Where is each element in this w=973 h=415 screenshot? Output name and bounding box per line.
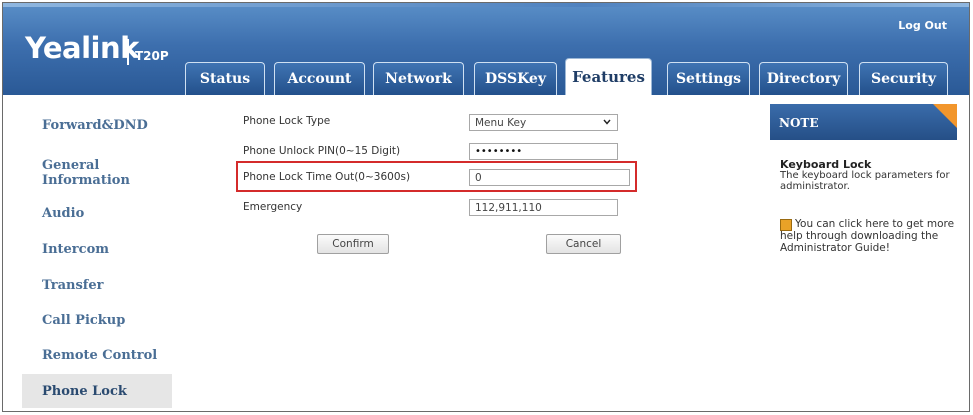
sidebar-item-transfer[interactable]: Transfer bbox=[22, 278, 172, 293]
sidebar-item-remote-control[interactable]: Remote Control bbox=[22, 348, 172, 363]
confirm-button[interactable]: Confirm bbox=[317, 234, 389, 254]
note-corner-decoration bbox=[933, 104, 957, 128]
help-book-icon bbox=[780, 219, 792, 231]
emergency-label: Emergency bbox=[243, 201, 303, 213]
timeout-label: Phone Lock Time Out(0~3600s) bbox=[243, 171, 411, 183]
logo-separator bbox=[127, 39, 129, 65]
unlock-pin-input[interactable]: •••••••• bbox=[469, 143, 618, 160]
sidebar-item-forward-dnd[interactable]: Forward&DND bbox=[22, 118, 172, 133]
emergency-input[interactable]: 112,911,110 bbox=[469, 199, 618, 216]
timeout-input[interactable]: 0 bbox=[469, 169, 630, 186]
tab-network[interactable]: Network bbox=[373, 62, 464, 95]
note-panel: NOTE Keyboard Lock The keyboard lock par… bbox=[770, 104, 957, 404]
sidebar-item-call-pickup[interactable]: Call Pickup bbox=[22, 313, 172, 328]
header-stripe bbox=[3, 3, 969, 7]
cancel-button[interactable]: Cancel bbox=[546, 234, 621, 254]
note-help-link[interactable]: You can click here to get more help thro… bbox=[780, 218, 955, 254]
lock-type-select[interactable]: Menu Key bbox=[469, 114, 618, 131]
lock-type-label: Phone Lock Type bbox=[243, 115, 331, 127]
tab-security[interactable]: Security bbox=[859, 62, 948, 95]
unlock-pin-label: Phone Unlock PIN(0~15 Digit) bbox=[243, 145, 401, 157]
sidebar-item-audio[interactable]: Audio bbox=[22, 206, 172, 221]
sidebar: Forward&DND General Information Audio In… bbox=[22, 108, 172, 408]
tab-account[interactable]: Account bbox=[274, 62, 365, 95]
chevron-down-icon bbox=[603, 119, 611, 125]
tab-features[interactable]: Features bbox=[565, 58, 652, 95]
logout-link[interactable]: Log Out bbox=[898, 19, 947, 32]
lock-type-value: Menu Key bbox=[475, 116, 527, 129]
tab-directory[interactable]: Directory bbox=[759, 62, 848, 95]
sidebar-item-intercom[interactable]: Intercom bbox=[22, 242, 172, 257]
note-header: NOTE bbox=[770, 104, 957, 140]
model-label: T20P bbox=[135, 49, 169, 63]
note-title: NOTE bbox=[779, 116, 819, 130]
content-panel: Phone Lock Type Menu Key Phone Unlock PI… bbox=[172, 95, 758, 408]
tab-dsskey[interactable]: DSSKey bbox=[474, 62, 557, 95]
brand-logo: Yealink bbox=[25, 31, 139, 65]
tab-settings[interactable]: Settings bbox=[667, 62, 750, 95]
sidebar-item-general-information[interactable]: General Information bbox=[22, 158, 142, 188]
note-keyboard-lock-body: The keyboard lock parameters for adminis… bbox=[780, 170, 950, 192]
tab-status[interactable]: Status bbox=[185, 62, 265, 95]
sidebar-item-phone-lock[interactable]: Phone Lock bbox=[22, 374, 172, 408]
